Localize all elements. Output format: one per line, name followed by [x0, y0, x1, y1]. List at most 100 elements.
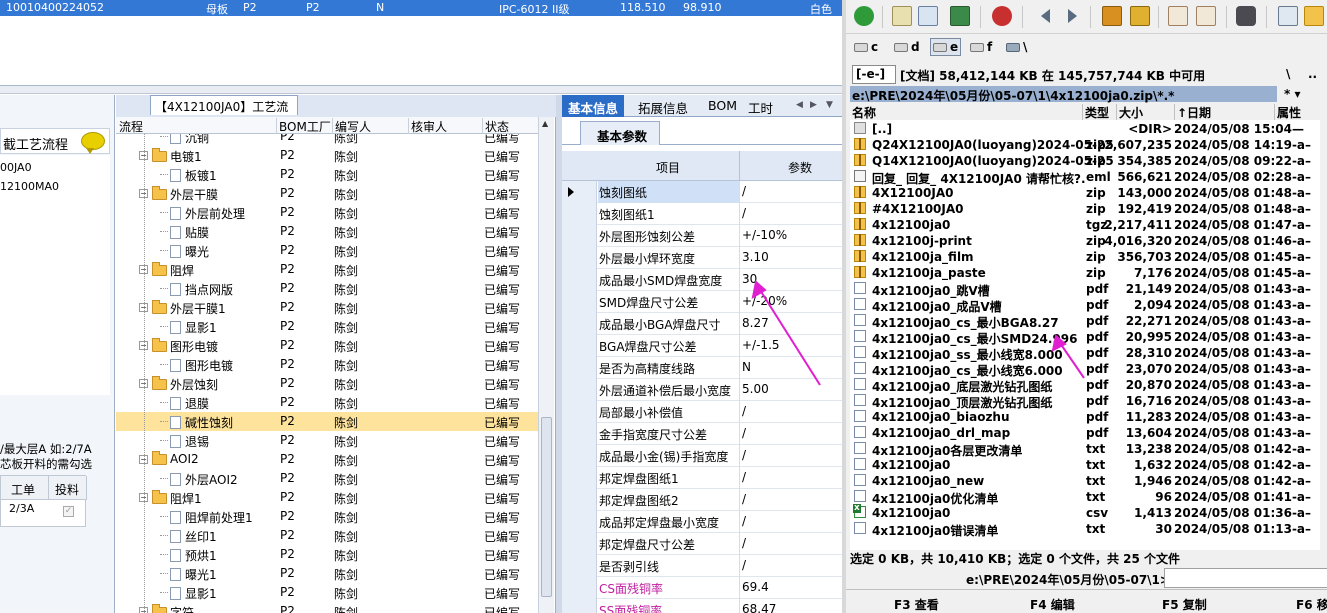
process-row[interactable]: 退锡 P2 陈剑 已编写: [116, 431, 538, 450]
process-row[interactable]: 挡点网版 P2 陈剑 已编写: [116, 279, 538, 298]
mini-table-col-feed[interactable]: 投料: [49, 476, 87, 500]
file-row[interactable]: 4x12100ja0_跳V槽 pdf 21,149 2024/05/08 01:43-…: [850, 281, 1320, 298]
param-value[interactable]: 30: [742, 272, 757, 286]
row-gutter[interactable]: [562, 577, 597, 599]
row-gutter[interactable]: [562, 269, 597, 291]
file-row[interactable]: 4x12100ja0错误清单 txt 30 2024/05/08 01:13-a–: [850, 521, 1320, 538]
param-row[interactable]: 成品最小BGA焊盘尺寸 8.27: [562, 313, 842, 335]
process-row[interactable]: − 阻焊 P2 陈剑 已编写: [116, 260, 538, 279]
param-value[interactable]: /: [742, 448, 746, 462]
row-gutter[interactable]: [562, 291, 597, 313]
file-row[interactable]: 4x12100ja0_cs_最小线宽6.000 pdf 23,070 2024/05/…: [850, 361, 1320, 378]
col-param[interactable]: 参数: [788, 159, 812, 176]
drive-c-button[interactable]: c: [854, 38, 878, 56]
subtab-basic-params[interactable]: 基本参数: [580, 121, 660, 145]
parent-dir-button[interactable]: ..: [1308, 67, 1317, 81]
row-gutter[interactable]: [562, 225, 597, 247]
f4-edit-button[interactable]: F4 编辑: [1030, 596, 1075, 613]
drive-f-button[interactable]: f: [970, 38, 992, 56]
param-row[interactable]: CS面残铜率 69.4: [562, 577, 842, 599]
refresh-icon[interactable]: [854, 6, 874, 26]
process-row[interactable]: 退膜 P2 陈剑 已编写: [116, 393, 538, 412]
col-bom-factory[interactable]: BOM工厂: [276, 118, 331, 134]
param-row[interactable]: 外层最小焊环宽度 3.10: [562, 247, 842, 269]
param-value[interactable]: /: [742, 404, 746, 418]
feed-checkbox[interactable]: ✓: [63, 506, 74, 517]
param-value[interactable]: /: [742, 206, 746, 220]
mini-list-item[interactable]: 00JA0: [0, 161, 32, 174]
param-row[interactable]: 成品邦定焊盘最小宽度 /: [562, 511, 842, 533]
process-row[interactable]: 丝印1 P2 陈剑 已编写: [116, 526, 538, 545]
file-row[interactable]: 4x12100ja_film zip 356,703 2024/05/08 01:45…: [850, 249, 1320, 265]
chat-bubble-icon[interactable]: [81, 132, 105, 154]
param-value[interactable]: 8.27: [742, 316, 769, 330]
process-row[interactable]: 曝光1 P2 陈剑 已编写: [116, 564, 538, 583]
file-row[interactable]: [..] <DIR> 2024/05/08 15:04—: [850, 121, 1320, 137]
param-row[interactable]: 邦定焊盘图纸1/: [562, 467, 842, 489]
folder-icon[interactable]: [1304, 6, 1324, 26]
param-row[interactable]: 蚀刻图纸 /: [562, 181, 842, 203]
row-gutter[interactable]: [562, 423, 597, 445]
process-row[interactable]: 显影1 P2 陈剑 已编写: [116, 317, 538, 336]
col-item[interactable]: 项目: [656, 159, 680, 176]
process-row[interactable]: − 电镀1 P2 陈剑 已编写: [116, 146, 538, 165]
file-row[interactable]: 4x12100ja0_biaozhu pdf 11,283 2024/05/08 01…: [850, 409, 1320, 425]
find-files-binoculars-icon[interactable]: [1236, 6, 1256, 26]
file-row[interactable]: 4x12100ja0优化清单 txt 96 2024/05/08 01:41-a–: [850, 489, 1320, 506]
file-row[interactable]: 4x12100ja0 txt 1,632 2024/05/08 01:42-a–: [850, 457, 1320, 473]
file-row[interactable]: 回复_ 回复_ 4X12100JA0 请帮忙核?. eml 566,621 2024/…: [850, 169, 1320, 186]
row-gutter[interactable]: [562, 203, 597, 225]
file-row[interactable]: 4x12100ja0_cs_最小SMD24.996 pdf 20,995 2024/0…: [850, 329, 1320, 346]
param-value[interactable]: /: [742, 184, 746, 198]
col-flow[interactable]: 流程: [117, 118, 143, 134]
tab-extended-info[interactable]: 拓展信息: [632, 95, 694, 117]
param-value[interactable]: +/-10%: [742, 228, 787, 242]
detail-view-icon[interactable]: [918, 6, 938, 26]
process-row[interactable]: − 字符 P2 陈剑 已编写: [116, 602, 538, 613]
tab-process-flow[interactable]: 【4X12100JA0】工艺流程: [150, 95, 298, 131]
param-value[interactable]: /: [742, 514, 746, 528]
file-row[interactable]: 4x12100ja0_ss_最小线宽8.000 pdf 28,310 2024/05/…: [850, 345, 1320, 362]
calculator-icon[interactable]: [1278, 6, 1298, 26]
file-row[interactable]: 4x12100ja0_顶层激光钻孔图纸 pdf 16,716 2024/05/08 0…: [850, 393, 1320, 410]
col-size[interactable]: 大小: [1116, 104, 1143, 120]
param-row[interactable]: 邦定焊盘尺寸公差 /: [562, 533, 842, 555]
order-grid-hscrollbar[interactable]: [0, 86, 842, 94]
f3-view-button[interactable]: F3 查看: [894, 596, 939, 613]
tab-menu-icon[interactable]: ▼: [826, 100, 833, 110]
col-name[interactable]: 名称: [850, 104, 876, 120]
row-gutter[interactable]: [562, 489, 597, 511]
process-row[interactable]: − AOI2 P2 陈剑 已编写: [116, 450, 538, 469]
process-row[interactable]: 外层AOI2 P2 陈剑 已编写: [116, 469, 538, 488]
process-row[interactable]: − 外层干膜1 P2 陈剑 已编写: [116, 298, 538, 317]
row-gutter[interactable]: [562, 247, 597, 269]
thumbnail-view-icon[interactable]: [950, 6, 970, 26]
file-row[interactable]: 4x12100ja0_new txt 1,946 2024/05/08 01:42-a…: [850, 473, 1320, 489]
tab-overflow-arrow-icon[interactable]: ▶: [810, 100, 817, 110]
current-path-bar[interactable]: e:\PRE\2024年\05月份\05-07\1\4x12100ja0.zip…: [850, 86, 1277, 103]
row-gutter[interactable]: [562, 467, 597, 489]
root-dir-button[interactable]: \: [1286, 67, 1290, 81]
file-row[interactable]: 4x12100ja0_成品V槽 pdf 2,094 2024/05/08 01:43-…: [850, 297, 1320, 314]
row-gutter[interactable]: [562, 555, 597, 577]
scroll-up-arrow-icon[interactable]: ▲: [542, 119, 548, 128]
process-row[interactable]: 显影1 P2 陈剑 已编写: [116, 583, 538, 602]
process-row[interactable]: 外层前处理 P2 陈剑 已编写: [116, 203, 538, 222]
file-row[interactable]: 4x12100ja0各层更改清单 txt 13,238 2024/05/08 01:4…: [850, 441, 1320, 458]
f5-copy-button[interactable]: F5 复制: [1162, 596, 1207, 613]
process-row[interactable]: − 外层蚀刻 P2 陈剑 已编写: [116, 374, 538, 393]
param-value[interactable]: N: [742, 360, 751, 374]
f6-move-button[interactable]: F6 移动: [1296, 596, 1327, 613]
file-row[interactable]: 4x12100j-print zip 4,016,320 2024/05/08 01:…: [850, 233, 1320, 249]
param-value[interactable]: 69.4: [742, 580, 769, 594]
tab-overflow-arrow-icon[interactable]: ◀: [796, 100, 803, 110]
mini-list-item[interactable]: 12100MA0: [0, 180, 59, 193]
file-row[interactable]: 4X12100JA0 zip 143,000 2024/05/08 01:48-a–: [850, 185, 1320, 201]
history-dropdown-button[interactable]: * ▾: [1284, 87, 1300, 101]
process-row[interactable]: 板镀1 P2 陈剑 已编写: [116, 165, 538, 184]
file-row[interactable]: Q24X12100JA0(luoyang)2024-05-25 zip 2,607,…: [850, 137, 1320, 153]
invert-selection-icon[interactable]: [992, 6, 1012, 26]
process-row[interactable]: − 外层干膜 P2 陈剑 已编写: [116, 184, 538, 203]
param-row[interactable]: 是否为高精度线路 N: [562, 357, 842, 379]
col-status[interactable]: 状态: [482, 118, 509, 134]
